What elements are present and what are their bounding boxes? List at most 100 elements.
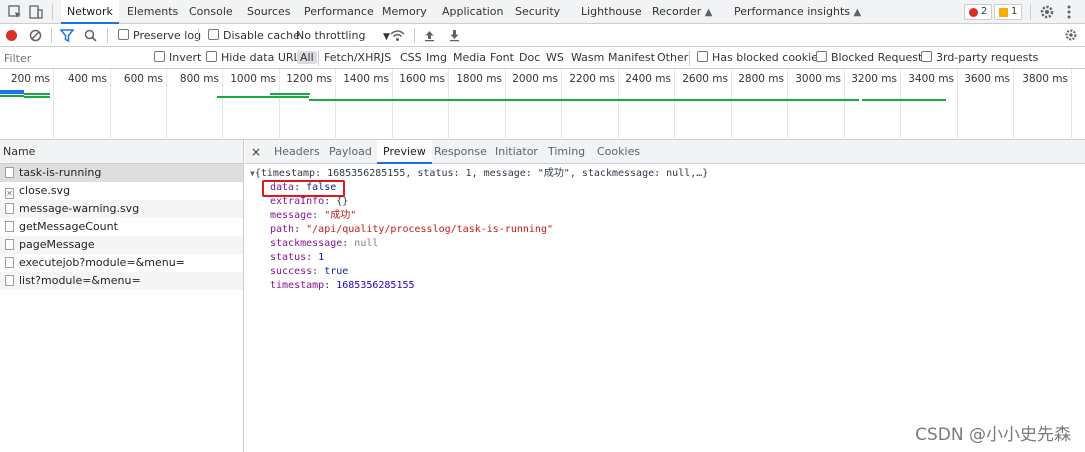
close-detail-button[interactable]: × xyxy=(251,140,261,164)
tab-timing[interactable]: Timing xyxy=(548,140,585,164)
settings-gear-icon[interactable] xyxy=(1039,4,1055,20)
type-filter-other[interactable]: Other xyxy=(657,47,688,69)
json-root-summary[interactable]: ▼{timestamp: 1685356285155, status: 1, m… xyxy=(250,167,708,181)
request-name: list?module=&menu= xyxy=(19,274,141,287)
request-row[interactable]: message-warning.svg xyxy=(0,200,243,218)
error-count-badge[interactable]: 2 xyxy=(964,4,993,20)
throttling-select[interactable]: No throttling ▼ xyxy=(296,24,390,47)
tab-sources[interactable]: Sources xyxy=(247,0,291,24)
warning-count-badge[interactable]: 1 xyxy=(994,4,1023,20)
overview-request-bar xyxy=(24,93,50,95)
json-colon: : xyxy=(312,266,325,277)
type-filter-wasm[interactable]: Wasm xyxy=(571,47,604,69)
type-filter-js[interactable]: JS xyxy=(381,47,391,69)
tab-console[interactable]: Console xyxy=(189,0,233,24)
json-key: path xyxy=(270,224,295,235)
xhr-file-icon xyxy=(5,221,14,232)
tab-application[interactable]: Application xyxy=(442,0,503,24)
third-party-requests-checkbox[interactable]: 3rd-party requests xyxy=(921,47,1038,69)
json-value: true xyxy=(324,266,349,277)
column-header-name[interactable]: Name xyxy=(0,140,243,164)
tab-recorder[interactable]: Recorder ▲ xyxy=(652,0,713,24)
tab-preview[interactable]: Preview xyxy=(377,140,432,164)
tab-response[interactable]: Response xyxy=(434,140,487,164)
timeline-tick-label: 3600 ms xyxy=(964,73,1010,85)
json-key: success xyxy=(270,266,313,277)
record-icon[interactable] xyxy=(5,29,18,42)
timeline-tick-label: 1800 ms xyxy=(456,73,502,85)
network-conditions-wifi-icon[interactable] xyxy=(390,29,405,42)
tab-initiator[interactable]: Initiator xyxy=(495,140,538,164)
json-field[interactable]: extraInfo: {} xyxy=(270,195,348,209)
toolbar-separator xyxy=(107,28,108,43)
timeline-tick-label: 1400 ms xyxy=(343,73,389,85)
request-row[interactable]: list?module=&menu= xyxy=(0,272,243,290)
timeline-tick: 400 ms xyxy=(54,69,111,140)
timeline-tick-label: 2400 ms xyxy=(625,73,671,85)
preserve-log-checkbox[interactable]: Preserve log xyxy=(118,24,201,47)
warning-count: 1 xyxy=(1011,6,1018,17)
type-filter-fetch-xhr[interactable]: Fetch/XHR xyxy=(324,47,381,69)
tab-cookies[interactable]: Cookies xyxy=(597,140,640,164)
request-row[interactable]: task-is-running xyxy=(0,164,243,182)
export-har-download-icon[interactable] xyxy=(449,29,460,42)
checkbox-box xyxy=(697,51,708,62)
type-filter-doc[interactable]: Doc xyxy=(519,47,540,69)
device-toolbar-icon[interactable] xyxy=(28,4,44,20)
tab-recorder-label: Recorder xyxy=(652,5,702,18)
search-icon[interactable] xyxy=(84,29,97,42)
filter-funnel-icon[interactable] xyxy=(60,29,74,42)
tab-headers[interactable]: Headers xyxy=(274,140,320,164)
type-filter-font[interactable]: Font xyxy=(490,47,514,69)
toolbar-separator xyxy=(198,28,199,43)
preserve-log-label: Preserve log xyxy=(133,29,202,42)
json-value: "/api/quality/processlog/task-is-running… xyxy=(306,224,553,235)
timeline-tick-label: 3400 ms xyxy=(908,73,954,85)
import-har-upload-icon[interactable] xyxy=(424,29,435,42)
clear-icon[interactable] xyxy=(29,29,42,42)
timeline-tick: 3400 ms xyxy=(901,69,958,140)
network-settings-gear-icon[interactable] xyxy=(1064,28,1078,42)
request-row[interactable]: getMessageCount xyxy=(0,218,243,236)
json-value: null xyxy=(354,238,379,249)
type-filter-media[interactable]: Media xyxy=(453,47,486,69)
tab-network[interactable]: Network xyxy=(61,0,119,24)
json-key: data xyxy=(270,182,295,193)
hide-data-urls-checkbox[interactable]: Hide data URLs xyxy=(206,47,305,69)
more-options-icon[interactable] xyxy=(1061,4,1077,20)
select-element-icon[interactable] xyxy=(7,4,23,20)
tab-performance[interactable]: Performance xyxy=(304,0,374,24)
tab-performance-insights[interactable]: Performance insights ▲ xyxy=(734,0,861,24)
blocked-requests-checkbox[interactable]: Blocked Requests xyxy=(816,47,928,69)
timeline-tick-label: 2800 ms xyxy=(738,73,784,85)
request-row[interactable]: ✕ close.svg xyxy=(0,182,243,200)
disable-cache-checkbox[interactable]: Disable cache xyxy=(208,24,300,47)
tab-elements[interactable]: Elements xyxy=(127,0,178,24)
checkbox-box xyxy=(118,29,129,40)
request-row[interactable]: pageMessage xyxy=(0,236,243,254)
type-filter-manifest[interactable]: Manifest xyxy=(608,47,655,69)
type-filter-all[interactable]: All xyxy=(297,47,317,69)
timeline-tick: 3600 ms xyxy=(958,69,1014,140)
type-filter-ws[interactable]: WS xyxy=(546,47,564,69)
toolbar-separator xyxy=(318,51,319,66)
tab-lighthouse[interactable]: Lighthouse xyxy=(581,0,642,24)
invert-checkbox[interactable]: Invert xyxy=(154,47,201,69)
tab-memory[interactable]: Memory xyxy=(382,0,427,24)
type-filter-css[interactable]: CSS xyxy=(400,47,422,69)
overview-request-bar xyxy=(862,99,946,101)
json-field: status: 1 xyxy=(270,251,324,265)
network-overview-timeline[interactable]: 200 ms 400 ms 600 ms 800 ms 1000 ms 1200… xyxy=(0,69,1085,140)
filter-input[interactable] xyxy=(0,50,145,66)
json-colon: : xyxy=(312,210,325,221)
tab-security[interactable]: Security xyxy=(515,0,560,24)
json-colon: : xyxy=(324,196,337,207)
overview-request-bar xyxy=(217,96,309,98)
tab-payload[interactable]: Payload xyxy=(329,140,372,164)
request-row[interactable]: executejob?module=&menu= xyxy=(0,254,243,272)
type-filter-img[interactable]: Img xyxy=(426,47,447,69)
has-blocked-cookies-checkbox[interactable]: Has blocked cookies xyxy=(697,47,824,69)
timeline-tick-label: 2200 ms xyxy=(569,73,615,85)
timeline-tick-label: 3800 ms xyxy=(1022,73,1068,85)
overview-request-bar xyxy=(309,99,859,101)
